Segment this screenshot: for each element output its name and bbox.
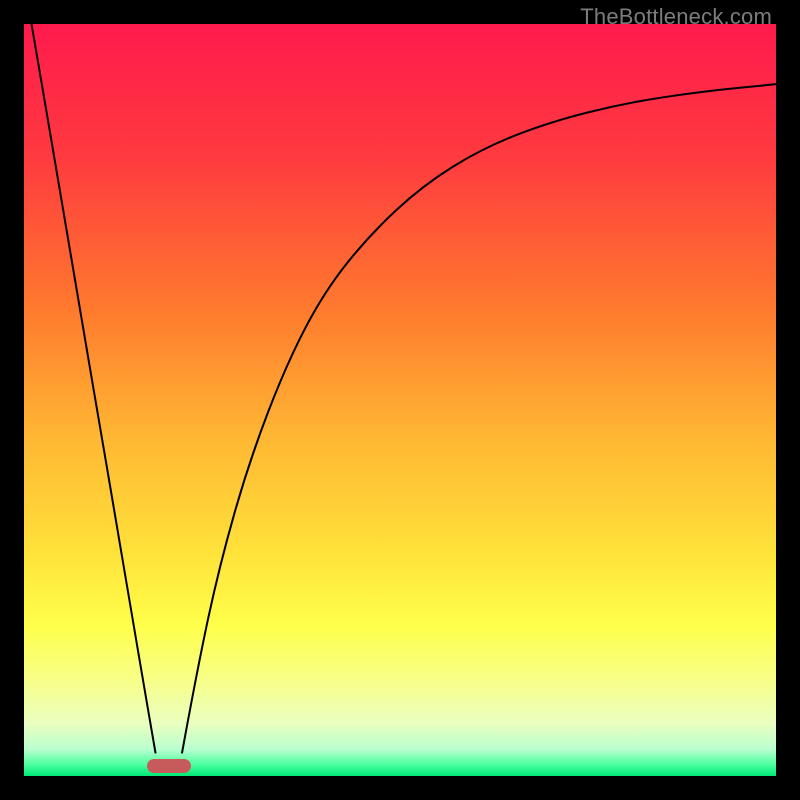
left-branch-path [32,24,156,753]
plot-area [24,24,776,776]
optimum-marker [147,759,191,773]
chart-curve [24,24,776,776]
chart-frame: TheBottleneck.com [0,0,800,800]
right-branch-path [182,84,776,753]
watermark-text: TheBottleneck.com [580,4,772,30]
